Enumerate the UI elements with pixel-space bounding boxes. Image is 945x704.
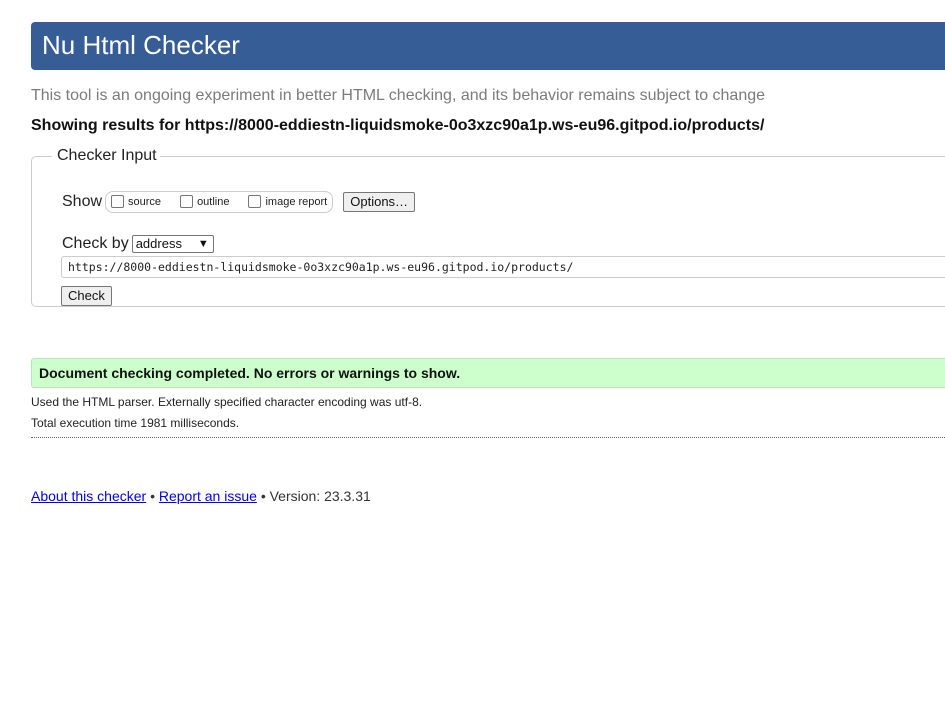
- parser-info: Used the HTML parser. Externally specifi…: [31, 395, 423, 409]
- show-options-group: source outline image report: [105, 191, 334, 213]
- footer-separator-2: •: [260, 488, 266, 504]
- source-checkbox[interactable]: [111, 194, 125, 208]
- version-text: Version: 23.3.31: [269, 488, 371, 504]
- divider: [31, 437, 945, 438]
- check-button[interactable]: Check: [61, 286, 112, 306]
- page-header: Nu Html Checker: [31, 22, 945, 70]
- check-by-row: Check by address ▼: [62, 235, 214, 253]
- page-title: Nu Html Checker: [42, 30, 240, 60]
- image-report-checkbox[interactable]: [248, 194, 262, 208]
- source-checkbox-label[interactable]: source: [128, 196, 161, 208]
- checker-input-fieldset: Checker Input Show source outline image …: [31, 147, 945, 307]
- footer-separator-1: •: [150, 488, 155, 504]
- checker-input-legend: Checker Input: [57, 147, 157, 164]
- show-label: Show: [62, 193, 103, 210]
- check-by-label: Check by: [62, 235, 129, 252]
- source-checkbox-item[interactable]: source: [111, 194, 161, 209]
- footer: About this checker • Report an issue • V…: [31, 488, 371, 504]
- outline-checkbox-label[interactable]: outline: [197, 196, 229, 208]
- page: Nu Html Checker This tool is an ongoing …: [0, 0, 945, 704]
- success-message: Document checking completed. No errors o…: [31, 358, 945, 388]
- image-report-checkbox-item[interactable]: image report: [248, 194, 327, 209]
- check-by-selected-value[interactable]: address: [136, 236, 182, 251]
- check-by-select[interactable]: address ▼: [131, 235, 214, 253]
- about-checker-link[interactable]: About this checker: [31, 488, 146, 504]
- report-issue-link[interactable]: Report an issue: [159, 488, 257, 504]
- outline-checkbox[interactable]: [180, 194, 194, 208]
- image-report-checkbox-label[interactable]: image report: [265, 196, 327, 208]
- show-row: Show source outline image report Options…: [62, 191, 416, 213]
- outline-checkbox-item[interactable]: outline: [180, 194, 229, 209]
- intro-text: This tool is an ongoing experiment in be…: [31, 87, 766, 104]
- url-input[interactable]: https://8000-eddiestn-liquidsmoke-0o3xzc…: [61, 256, 945, 278]
- options-button[interactable]: Options…: [343, 192, 416, 212]
- execution-time: Total execution time 1981 milliseconds.: [31, 416, 240, 430]
- chevron-down-icon[interactable]: ▼: [198, 236, 209, 252]
- results-heading: Showing results for https://8000-eddiest…: [31, 117, 765, 134]
